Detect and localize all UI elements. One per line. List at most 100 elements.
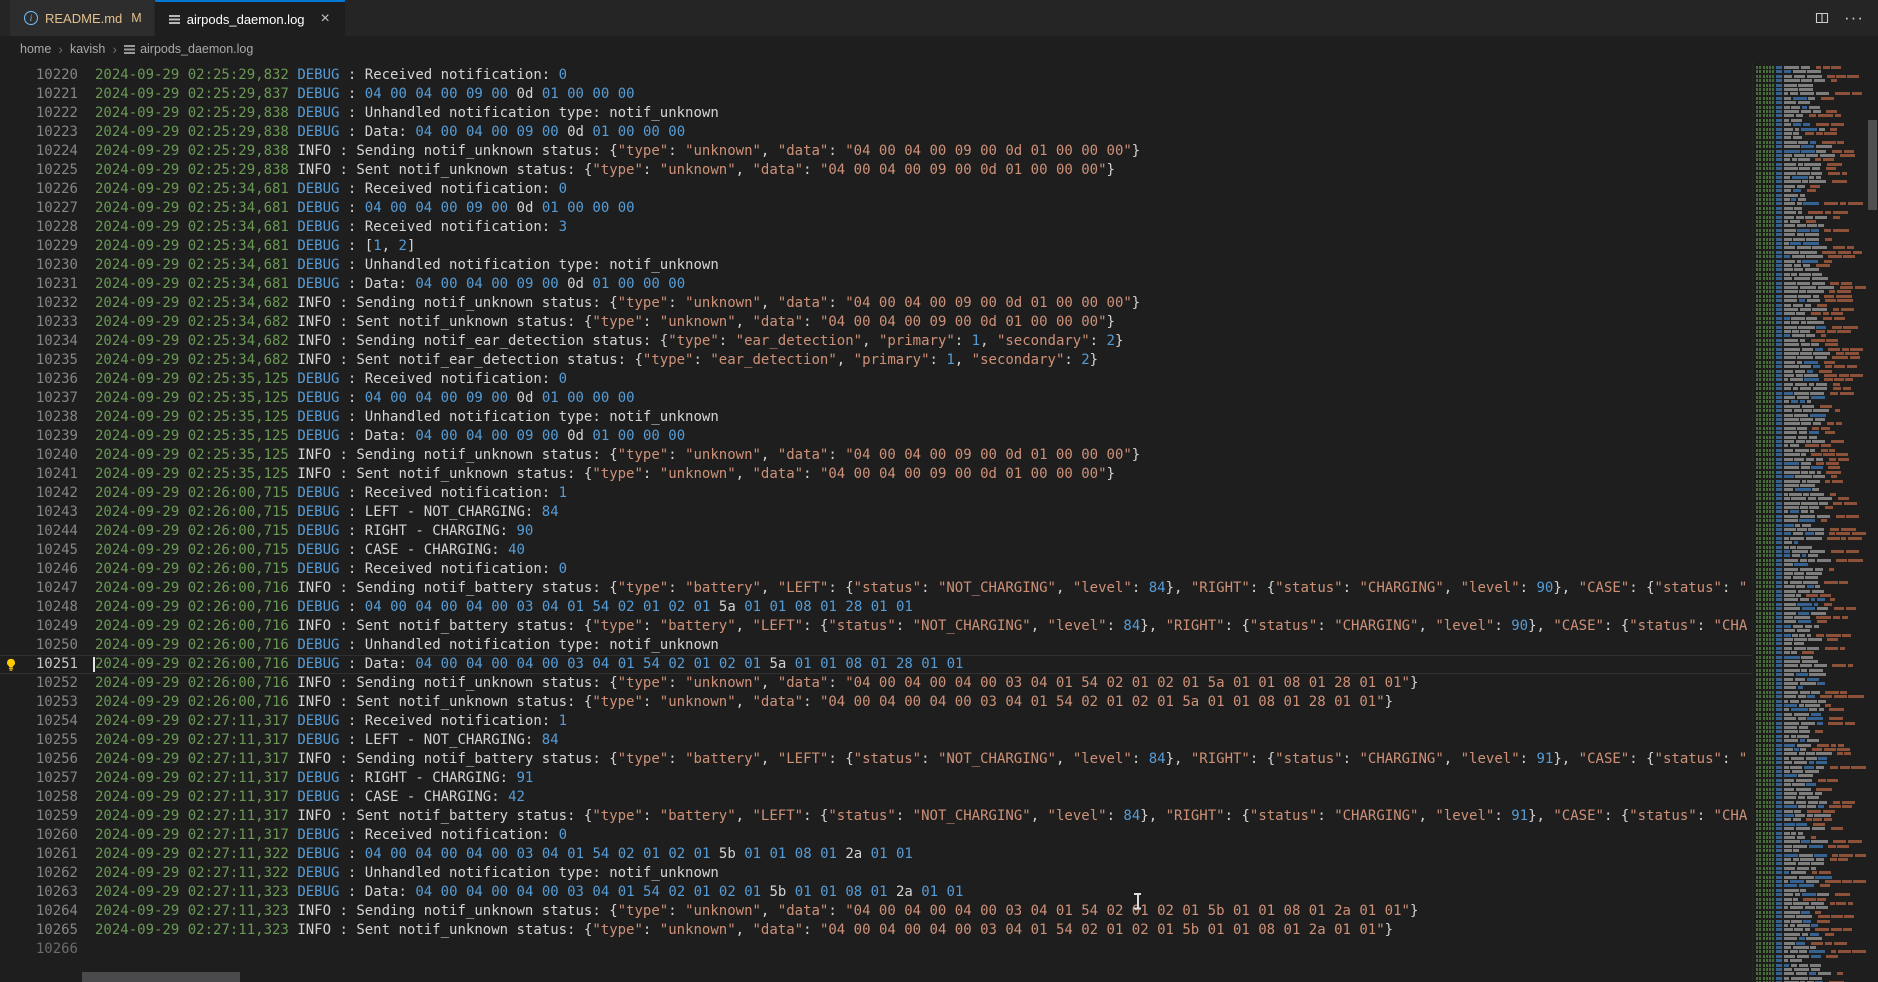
log-line[interactable]: 102492024-09-29 02:26:00,716 INFO : Sent… <box>0 617 1752 636</box>
log-line-text[interactable]: 2024-09-29 02:27:11,323 INFO : Sent noti… <box>78 921 1393 940</box>
log-line-text[interactable]: 2024-09-29 02:27:11,317 DEBUG : LEFT - N… <box>78 731 559 750</box>
log-line[interactable]: 102472024-09-29 02:26:00,716 INFO : Send… <box>0 579 1752 598</box>
log-line[interactable]: 102532024-09-29 02:26:00,716 INFO : Sent… <box>0 693 1752 712</box>
log-line-text[interactable]: 2024-09-29 02:26:00,715 DEBUG : LEFT - N… <box>78 503 559 522</box>
line-number[interactable]: 10222 <box>0 104 78 123</box>
log-line-text[interactable]: 2024-09-29 02:27:11,317 DEBUG : RIGHT - … <box>78 769 533 788</box>
log-line[interactable]: 102252024-09-29 02:25:29,838 INFO : Sent… <box>0 161 1752 180</box>
line-number[interactable]: 10231 <box>0 275 78 294</box>
log-line-text[interactable]: 2024-09-29 02:26:00,715 DEBUG : Received… <box>78 484 567 503</box>
line-number[interactable]: 10247 <box>0 579 78 598</box>
horizontal-scrollbar-thumb[interactable] <box>82 972 240 982</box>
log-line-text[interactable]: 2024-09-29 02:25:34,682 INFO : Sending n… <box>78 294 1140 313</box>
minimap[interactable] <box>1752 62 1866 982</box>
log-line[interactable]: 102652024-09-29 02:27:11,323 INFO : Sent… <box>0 921 1752 940</box>
more-actions-icon[interactable]: ··· <box>1844 8 1864 28</box>
log-line[interactable]: 102622024-09-29 02:27:11,322 DEBUG : Unh… <box>0 864 1752 883</box>
log-line[interactable]: 102442024-09-29 02:26:00,715 DEBUG : RIG… <box>0 522 1752 541</box>
breadcrumb-kavish[interactable]: kavish <box>70 42 105 56</box>
log-line[interactable]: 102332024-09-29 02:25:34,682 INFO : Sent… <box>0 313 1752 332</box>
line-number[interactable]: 10240 <box>0 446 78 465</box>
line-number[interactable]: 10255 <box>0 731 78 750</box>
line-number[interactable]: 10237 <box>0 389 78 408</box>
breadcrumb-home[interactable]: home <box>20 42 51 56</box>
line-number[interactable]: 10232 <box>0 294 78 313</box>
line-number[interactable]: 10238 <box>0 408 78 427</box>
log-line-text[interactable]: 2024-09-29 02:27:11,317 INFO : Sent noti… <box>78 807 1747 826</box>
line-number[interactable]: 10244 <box>0 522 78 541</box>
log-line-text[interactable]: 2024-09-29 02:27:11,317 DEBUG : CASE - C… <box>78 788 525 807</box>
log-line[interactable]: 102612024-09-29 02:27:11,322 DEBUG : 04 … <box>0 845 1752 864</box>
line-number[interactable]: 10245 <box>0 541 78 560</box>
log-line[interactable]: 102342024-09-29 02:25:34,682 INFO : Send… <box>0 332 1752 351</box>
log-line[interactable]: 102632024-09-29 02:27:11,323 DEBUG : Dat… <box>0 883 1752 902</box>
log-line[interactable]: 102482024-09-29 02:26:00,716 DEBUG : 04 … <box>0 598 1752 617</box>
log-line-text[interactable]: 2024-09-29 02:27:11,317 DEBUG : Received… <box>78 712 567 731</box>
log-line[interactable]: 102502024-09-29 02:26:00,716 DEBUG : Unh… <box>0 636 1752 655</box>
log-line-text[interactable]: 2024-09-29 02:26:00,715 DEBUG : RIGHT - … <box>78 522 533 541</box>
log-line-text[interactable]: 2024-09-29 02:25:35,125 INFO : Sent noti… <box>78 465 1115 484</box>
split-editor-icon[interactable] <box>1814 10 1830 26</box>
log-line[interactable]: 102422024-09-29 02:26:00,715 DEBUG : Rec… <box>0 484 1752 503</box>
close-icon[interactable]: × <box>318 10 333 28</box>
line-number[interactable]: 10264 <box>0 902 78 921</box>
log-line-text[interactable]: 2024-09-29 02:25:35,125 DEBUG : Data: 04… <box>78 427 685 446</box>
log-line[interactable]: 102462024-09-29 02:26:00,715 DEBUG : Rec… <box>0 560 1752 579</box>
log-line-text[interactable]: 2024-09-29 02:26:00,716 INFO : Sending n… <box>78 579 1747 598</box>
line-number[interactable]: 10226 <box>0 180 78 199</box>
log-line-text[interactable]: 2024-09-29 02:25:34,682 INFO : Sending n… <box>78 332 1123 351</box>
line-number[interactable]: 10227 <box>0 199 78 218</box>
line-number[interactable]: 10254 <box>0 712 78 731</box>
log-line-text[interactable]: 2024-09-29 02:25:34,682 INFO : Sent noti… <box>78 313 1115 332</box>
log-line[interactable]: 102352024-09-29 02:25:34,682 INFO : Sent… <box>0 351 1752 370</box>
log-text-area[interactable]: 102202024-09-29 02:25:29,832 DEBUG : Rec… <box>0 62 1752 982</box>
log-line-text[interactable]: 2024-09-29 02:27:11,317 INFO : Sending n… <box>78 750 1747 769</box>
log-line[interactable]: 102362024-09-29 02:25:35,125 DEBUG : Rec… <box>0 370 1752 389</box>
log-line-text[interactable]: 2024-09-29 02:25:35,125 INFO : Sending n… <box>78 446 1140 465</box>
line-number[interactable]: 10239 <box>0 427 78 446</box>
line-number[interactable]: 10250 <box>0 636 78 655</box>
line-number[interactable]: 10236 <box>0 370 78 389</box>
line-number[interactable]: 10257 <box>0 769 78 788</box>
log-line-text[interactable]: 2024-09-29 02:25:29,838 INFO : Sent noti… <box>78 161 1115 180</box>
log-line-text[interactable]: 2024-09-29 02:25:35,125 DEBUG : 04 00 04… <box>78 389 635 408</box>
log-line[interactable]: 102322024-09-29 02:25:34,682 INFO : Send… <box>0 294 1752 313</box>
log-line-text[interactable]: 2024-09-29 02:26:00,715 DEBUG : Received… <box>78 560 567 579</box>
log-line-text[interactable]: 2024-09-29 02:25:29,838 DEBUG : Unhandle… <box>78 104 719 123</box>
tab-readme[interactable]: i README.md M <box>10 0 155 36</box>
log-line[interactable]: 102432024-09-29 02:26:00,715 DEBUG : LEF… <box>0 503 1752 522</box>
log-line-text[interactable]: 2024-09-29 02:26:00,716 INFO : Sent noti… <box>78 617 1747 636</box>
log-line[interactable]: 102262024-09-29 02:25:34,681 DEBUG : Rec… <box>0 180 1752 199</box>
log-line[interactable]: 102292024-09-29 02:25:34,681 DEBUG : [1,… <box>0 237 1752 256</box>
log-line[interactable]: 102572024-09-29 02:27:11,317 DEBUG : RIG… <box>0 769 1752 788</box>
line-number[interactable]: 10263 <box>0 883 78 902</box>
log-line[interactable]: 102312024-09-29 02:25:34,681 DEBUG : Dat… <box>0 275 1752 294</box>
horizontal-scrollbar[interactable] <box>0 971 1752 982</box>
log-line[interactable]: 102382024-09-29 02:25:35,125 DEBUG : Unh… <box>0 408 1752 427</box>
log-line[interactable]: 102562024-09-29 02:27:11,317 INFO : Send… <box>0 750 1752 769</box>
line-number[interactable]: 10241 <box>0 465 78 484</box>
log-line-text[interactable]: 2024-09-29 02:25:29,838 DEBUG : Data: 04… <box>78 123 685 142</box>
log-line[interactable]: 102222024-09-29 02:25:29,838 DEBUG : Unh… <box>0 104 1752 123</box>
breadcrumb-file[interactable]: airpods_daemon.log <box>124 42 253 56</box>
log-line[interactable]: 102242024-09-29 02:25:29,838 INFO : Send… <box>0 142 1752 161</box>
line-number[interactable]: 10220 <box>0 66 78 85</box>
line-number[interactable]: 10251 <box>0 656 78 673</box>
log-line[interactable]: 102522024-09-29 02:26:00,716 INFO : Send… <box>0 674 1752 693</box>
line-number[interactable]: 10252 <box>0 674 78 693</box>
line-number[interactable]: 10228 <box>0 218 78 237</box>
log-line[interactable]: 102402024-09-29 02:25:35,125 INFO : Send… <box>0 446 1752 465</box>
line-number[interactable]: 10233 <box>0 313 78 332</box>
line-number[interactable]: 10260 <box>0 826 78 845</box>
log-line-text[interactable]: 2024-09-29 02:25:34,681 DEBUG : Unhandle… <box>78 256 719 275</box>
log-line-text[interactable]: 2024-09-29 02:25:34,681 DEBUG : 04 00 04… <box>78 199 635 218</box>
line-number[interactable]: 10248 <box>0 598 78 617</box>
log-line[interactable]: 102392024-09-29 02:25:35,125 DEBUG : Dat… <box>0 427 1752 446</box>
log-line-text[interactable]: 2024-09-29 02:26:00,716 DEBUG : Unhandle… <box>78 636 719 655</box>
log-line[interactable]: 102582024-09-29 02:27:11,317 DEBUG : CAS… <box>0 788 1752 807</box>
log-line[interactable]: 102642024-09-29 02:27:11,323 INFO : Send… <box>0 902 1752 921</box>
log-line-text[interactable]: 2024-09-29 02:26:00,716 INFO : Sent noti… <box>78 693 1393 712</box>
line-number[interactable]: 10262 <box>0 864 78 883</box>
log-line[interactable]: 102592024-09-29 02:27:11,317 INFO : Sent… <box>0 807 1752 826</box>
log-line[interactable]: 102512024-09-29 02:26:00,716 DEBUG : Dat… <box>0 655 1752 674</box>
